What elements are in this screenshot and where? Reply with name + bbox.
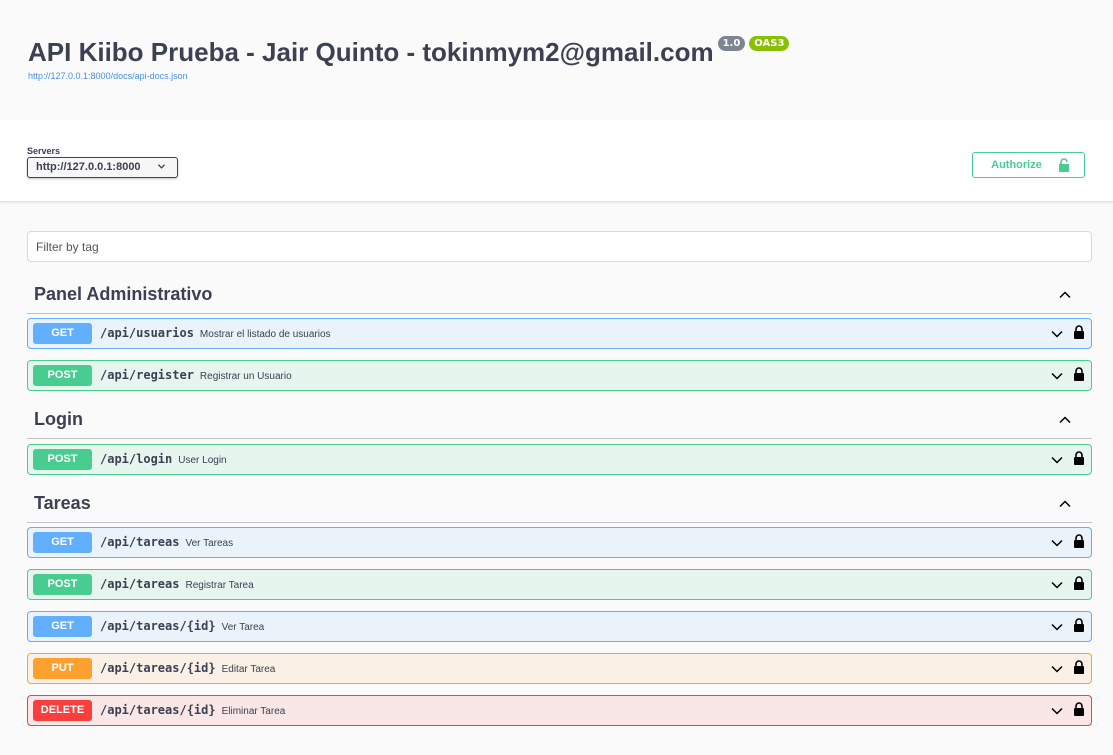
operation-get-api-tareas[interactable]: GET /api/tareas Ver Tareas bbox=[27, 527, 1092, 558]
operation-post-api-login[interactable]: POST /api/login User Login bbox=[27, 444, 1092, 475]
chevron-down-icon bbox=[157, 164, 166, 169]
path-text: /api/tareas/{id} bbox=[100, 619, 216, 633]
operation-path: /api/tareas Registrar Tarea bbox=[100, 577, 254, 591]
servers-select[interactable]: http://127.0.0.1:8000 bbox=[27, 157, 178, 178]
oas-badge: OAS3 bbox=[749, 36, 790, 51]
chevron-down-icon[interactable] bbox=[1050, 369, 1064, 383]
tag-section-panel-administrativo[interactable]: Panel Administrativo bbox=[27, 280, 1092, 314]
path-text: /api/usuarios bbox=[100, 326, 194, 340]
operation-path: /api/tareas/{id} Editar Tarea bbox=[100, 661, 275, 675]
method-badge: POST bbox=[33, 449, 92, 470]
tag-section-login[interactable]: Login bbox=[27, 405, 1092, 439]
operation-put-api-tareas-id[interactable]: PUT /api/tareas/{id} Editar Tarea bbox=[27, 653, 1092, 684]
operation-summary: Registrar un Usuario bbox=[199, 371, 292, 382]
authorize-button[interactable]: Authorize bbox=[972, 152, 1085, 178]
chevron-down-icon[interactable] bbox=[1050, 327, 1064, 341]
lock-icon[interactable] bbox=[1072, 366, 1086, 382]
operation-get-api-usuarios[interactable]: GET /api/usuarios Mostrar el listado de u… bbox=[27, 318, 1092, 349]
operation-path: /api/usuarios Mostrar el listado de usuar… bbox=[100, 326, 331, 340]
chevron-down-icon[interactable] bbox=[1050, 620, 1064, 634]
chevron-down-icon[interactable] bbox=[1050, 662, 1064, 676]
lock-icon[interactable] bbox=[1072, 617, 1086, 633]
filter-by-tag-input[interactable]: Filter by tag bbox=[27, 231, 1092, 262]
path-text: /api/login bbox=[100, 452, 173, 466]
chevron-down-icon[interactable] bbox=[1050, 453, 1064, 467]
api-info-header: API Kiibo Prueba - Jair Quinto - tokinmy… bbox=[0, 0, 1113, 120]
operation-post-api-tareas[interactable]: POST /api/tareas Registrar Tarea bbox=[27, 569, 1092, 600]
tag-title: Panel Administrativo bbox=[34, 284, 213, 304]
operation-path: /api/tareas/{id} Eliminar Tarea bbox=[100, 703, 285, 717]
chevron-down-icon[interactable] bbox=[1050, 578, 1064, 592]
lock-icon[interactable] bbox=[1072, 575, 1086, 591]
operation-summary: Eliminar Tarea bbox=[221, 706, 286, 717]
operation-summary: Registrar Tarea bbox=[185, 580, 254, 591]
operation-summary: Ver Tarea bbox=[221, 622, 265, 633]
operation-path: /api/login User Login bbox=[100, 452, 227, 466]
lock-icon[interactable] bbox=[1072, 450, 1086, 466]
operation-summary: Ver Tareas bbox=[185, 538, 234, 549]
spec-url-link[interactable]: http://127.0.0.1:8000/docs/api-docs.json bbox=[28, 71, 1085, 81]
operation-delete-api-tareas-id[interactable]: DELETE /api/tareas/{id} Eliminar Tarea bbox=[27, 695, 1092, 726]
lock-icon[interactable] bbox=[1072, 701, 1086, 717]
method-badge: GET bbox=[33, 616, 92, 637]
servers-selected-value: http://127.0.0.1:8000 bbox=[36, 161, 141, 173]
lock-icon[interactable] bbox=[1072, 324, 1086, 340]
scheme-container: Servers http://127.0.0.1:8000 Authorize bbox=[0, 120, 1113, 202]
method-badge: POST bbox=[33, 365, 92, 386]
path-text: /api/tareas/{id} bbox=[100, 661, 216, 675]
path-text: /api/tareas bbox=[100, 535, 180, 549]
lock-icon[interactable] bbox=[1072, 533, 1086, 549]
chevron-down-icon[interactable] bbox=[1050, 704, 1064, 718]
method-badge: DELETE bbox=[33, 700, 92, 721]
method-badge: GET bbox=[33, 532, 92, 553]
tag-title: Tareas bbox=[34, 493, 91, 513]
path-text: /api/tareas bbox=[100, 577, 180, 591]
path-text: /api/tareas/{id} bbox=[100, 703, 216, 717]
operation-path: /api/register Registrar un Usuario bbox=[100, 368, 292, 382]
operation-summary: Editar Tarea bbox=[221, 664, 276, 675]
method-badge: POST bbox=[33, 574, 92, 595]
servers-label: Servers bbox=[27, 146, 61, 156]
operation-path: /api/tareas/{id} Ver Tarea bbox=[100, 619, 264, 633]
path-text: /api/register bbox=[100, 368, 194, 382]
operation-post-api-register[interactable]: POST /api/register Registrar un Usuario bbox=[27, 360, 1092, 391]
chevron-up-icon[interactable] bbox=[1058, 288, 1072, 302]
operation-summary: Mostrar el listado de usuarios bbox=[199, 329, 331, 340]
unlocked-icon bbox=[1058, 158, 1069, 172]
method-badge: PUT bbox=[33, 658, 92, 679]
chevron-up-icon[interactable] bbox=[1058, 497, 1072, 511]
authorize-label: Authorize bbox=[991, 159, 1042, 171]
chevron-down-icon[interactable] bbox=[1050, 536, 1064, 550]
method-badge: GET bbox=[33, 323, 92, 344]
version-badge: 1.0 bbox=[717, 36, 746, 51]
lock-icon[interactable] bbox=[1072, 659, 1086, 675]
tag-title: Login bbox=[34, 409, 83, 429]
tag-section-tareas[interactable]: Tareas bbox=[27, 489, 1092, 523]
operation-path: /api/tareas Ver Tareas bbox=[100, 535, 233, 549]
api-title: API Kiibo Prueba - Jair Quinto - tokinmy… bbox=[28, 37, 714, 67]
chevron-up-icon[interactable] bbox=[1058, 413, 1072, 427]
title-row: API Kiibo Prueba - Jair Quinto - tokinmy… bbox=[28, 36, 1085, 68]
operation-get-api-tareas-id[interactable]: GET /api/tareas/{id} Ver Tarea bbox=[27, 611, 1092, 642]
operation-summary: User Login bbox=[178, 455, 227, 466]
